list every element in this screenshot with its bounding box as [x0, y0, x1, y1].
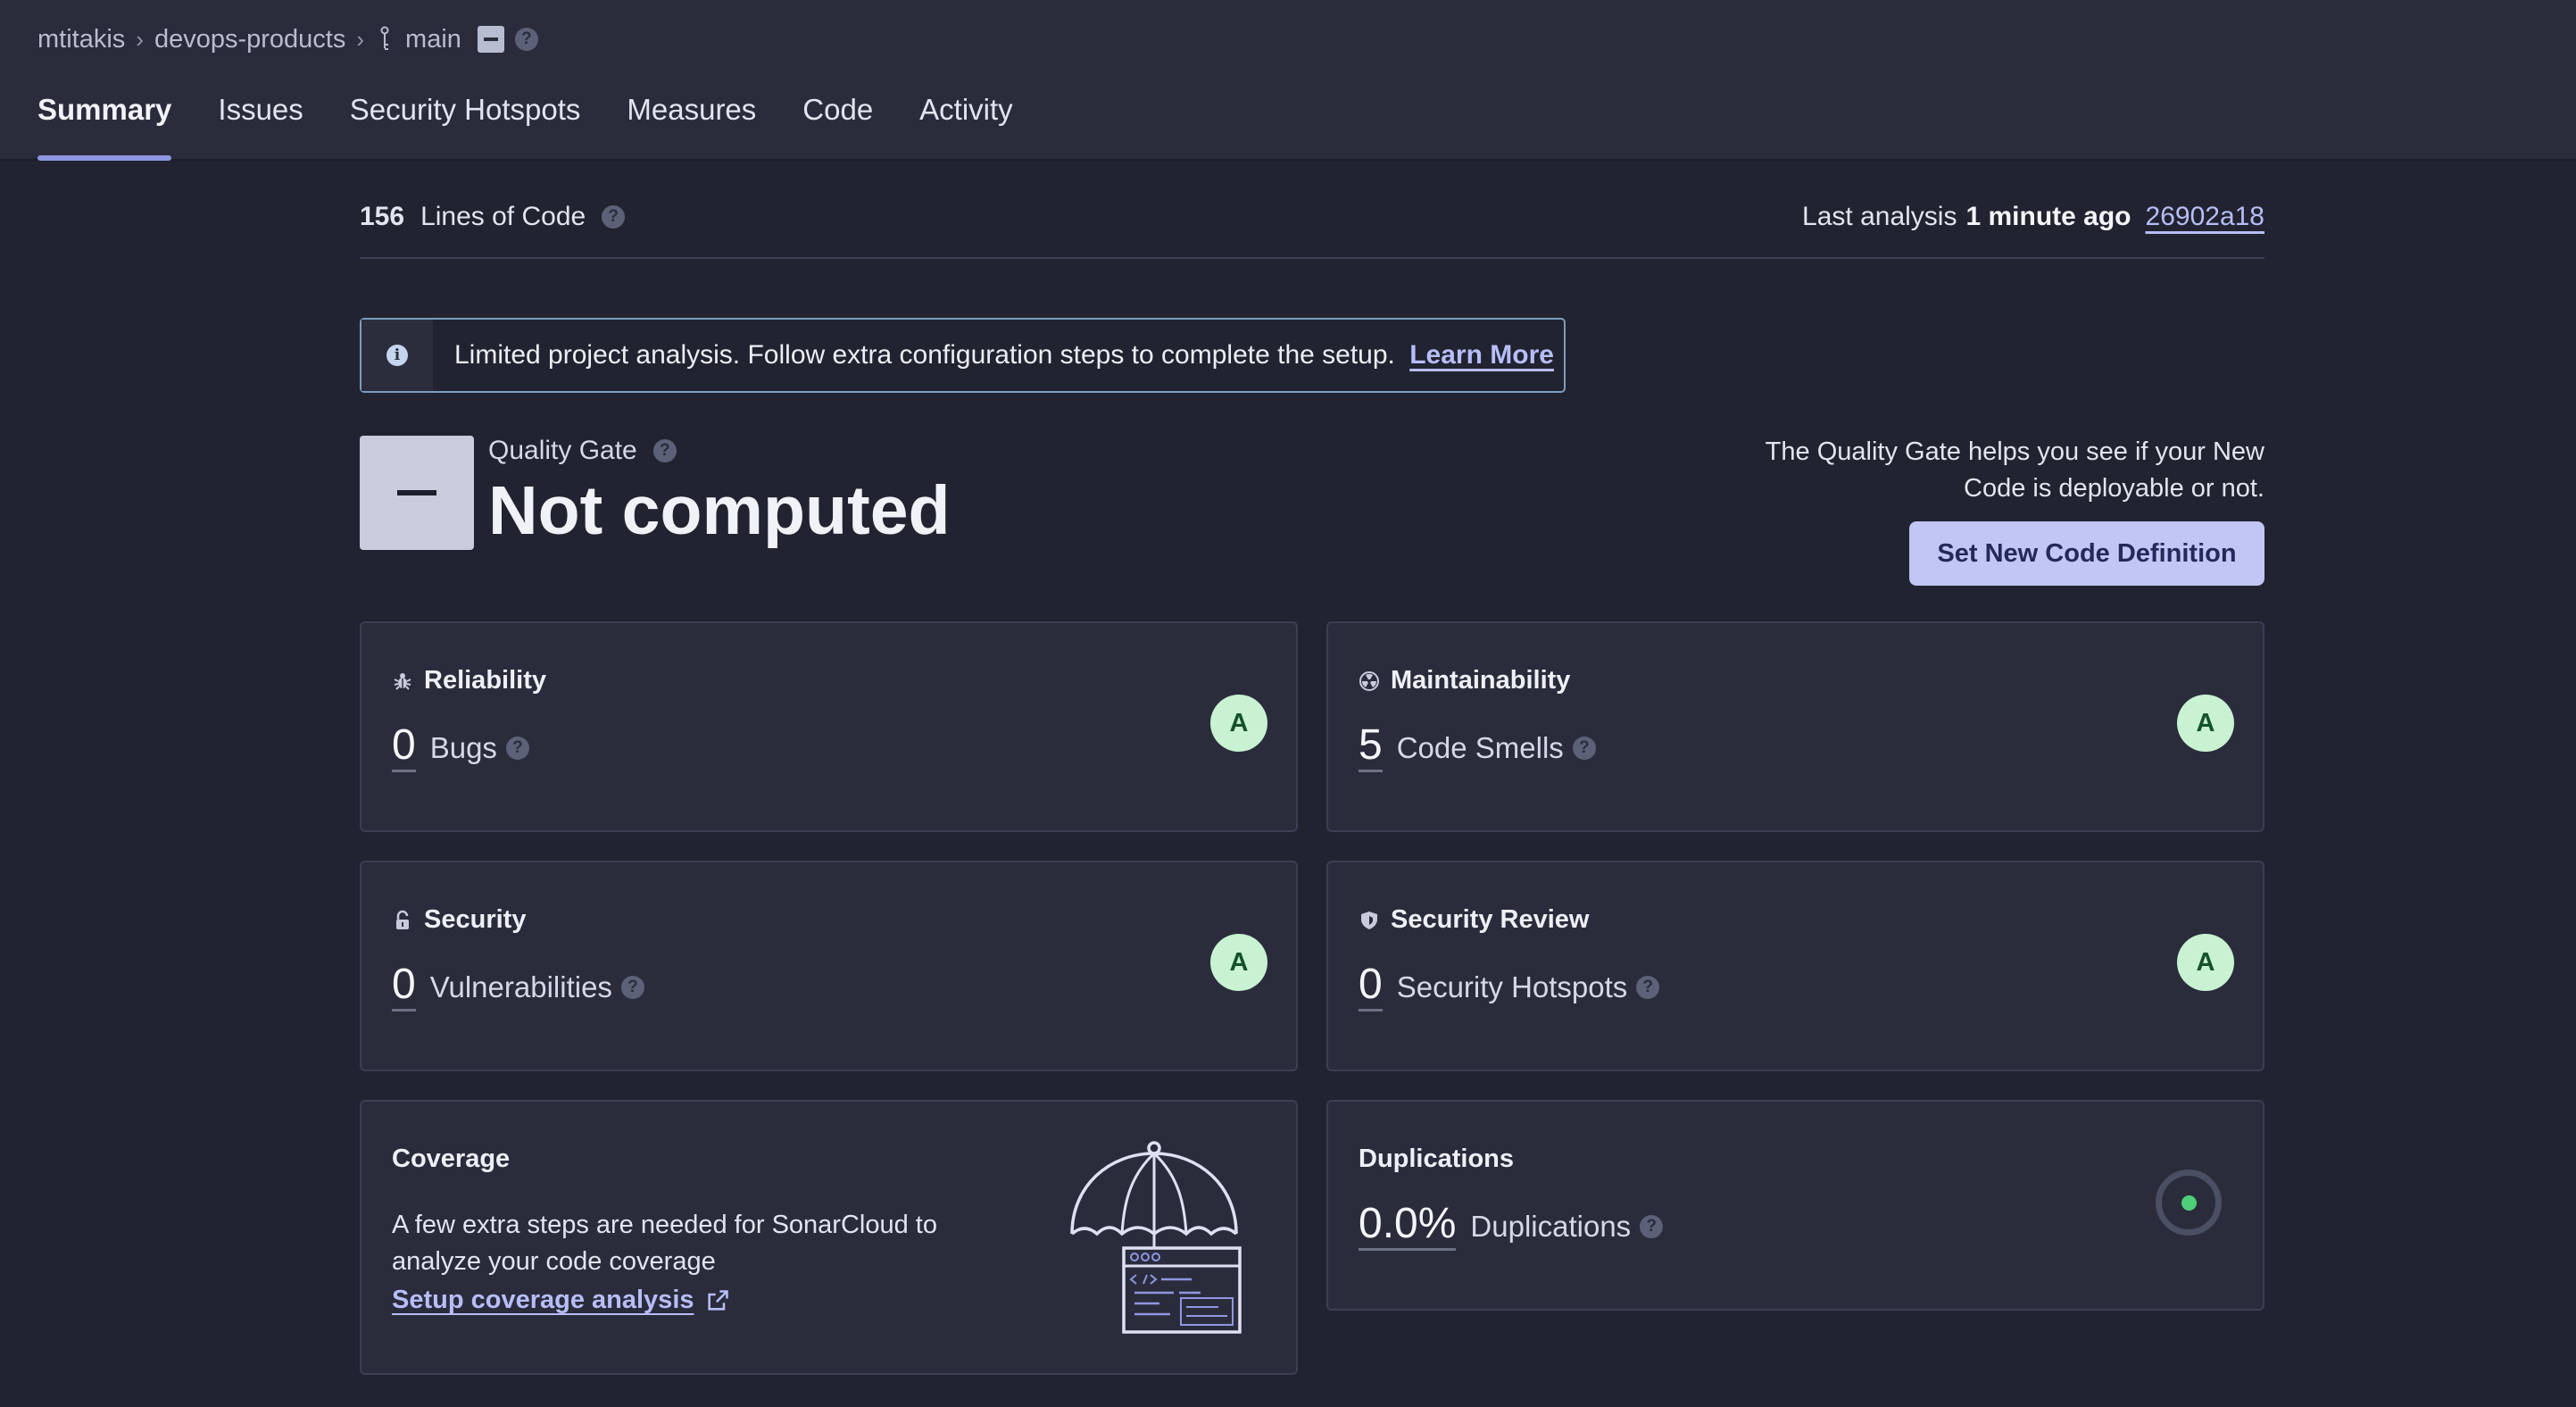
bug-icon: [394, 672, 411, 690]
lines-of-code-row: 156 Lines of Code ? Last analysis 1 minu…: [360, 195, 2264, 239]
question-mark-icon[interactable]: ?: [620, 976, 644, 999]
vulnerabilities-metric: 0 Vulnerabilities ?: [392, 962, 644, 1012]
duplications-metric: 0.0% Duplications ?: [1359, 1202, 1664, 1251]
quality-gate-status-icon: [360, 436, 474, 550]
banner-icon-area: i: [361, 320, 433, 391]
shield-icon: [1361, 911, 1377, 929]
tab-activity[interactable]: Activity: [919, 86, 1013, 161]
banner-message: Limited project analysis. Follow extra c…: [454, 340, 1395, 370]
question-mark-icon[interactable]: ?: [1572, 737, 1596, 760]
chevron-right-icon: ›: [136, 25, 144, 53]
code-smells-label: Code Smells: [1396, 731, 1564, 764]
bugs-label: Bugs: [429, 731, 497, 764]
question-mark-icon[interactable]: ?: [505, 737, 529, 760]
reliability-rating-badge[interactable]: A: [1210, 695, 1267, 752]
tab-code[interactable]: Code: [802, 86, 873, 161]
lines-of-code-value: 156: [360, 202, 405, 231]
radiation-icon: [1359, 670, 1379, 691]
last-analysis: Last analysis 1 minute ago 26902a18: [1802, 195, 2264, 239]
duplications-card: Duplications 0.0% Duplications ?: [1326, 1100, 2264, 1311]
lock-icon: [396, 910, 409, 929]
breadcrumb-organization[interactable]: mtitakis: [37, 25, 125, 54]
umbrella-illustration: [1070, 1141, 1242, 1334]
reliability-title: Reliability: [392, 666, 546, 695]
security-review-rating-badge[interactable]: A: [2177, 934, 2234, 991]
last-analysis-label: Last analysis: [1802, 202, 1957, 231]
security-rating-badge[interactable]: A: [1210, 934, 1267, 991]
quality-gate-help-text: The Quality Gate helps you see if your N…: [1765, 437, 2264, 503]
coverage-description: A few extra steps are needed for SonarCl…: [392, 1211, 937, 1276]
vulnerabilities-count[interactable]: 0: [392, 962, 416, 1012]
card-title-text: Maintainability: [1391, 666, 1571, 695]
security-hotspots-metric: 0 Security Hotspots ?: [1359, 962, 1660, 1012]
breadcrumb-project[interactable]: devops-products: [154, 25, 345, 54]
security-title: Security: [392, 905, 526, 935]
branch-name[interactable]: main: [405, 25, 461, 54]
card-title-text: Reliability: [424, 666, 546, 695]
vulnerabilities-label: Vulnerabilities: [429, 970, 612, 1003]
tab-issues[interactable]: Issues: [218, 86, 303, 161]
last-analysis-time: 1 minute ago: [1965, 202, 2131, 231]
limited-analysis-banner: i Limited project analysis. Follow extra…: [360, 318, 1566, 393]
code-smells-metric: 5 Code Smells ?: [1359, 723, 1596, 772]
lines-of-code-label: Lines of Code: [420, 202, 586, 231]
maintainability-title: Maintainability: [1359, 666, 1570, 695]
coverage-card: Coverage A few extra steps are needed fo…: [360, 1100, 1298, 1375]
bugs-count[interactable]: 0: [392, 723, 416, 772]
security-card: Security 0 Vulnerabilities ? A: [360, 861, 1298, 1071]
security-hotspots-label: Security Hotspots: [1396, 970, 1628, 1003]
project-nav-tabs: Summary Issues Security Hotspots Measure…: [37, 86, 1013, 161]
duplications-label: Duplications: [1470, 1210, 1632, 1243]
maintainability-rating-badge[interactable]: A: [2177, 695, 2234, 752]
bugs-metric: 0 Bugs ?: [392, 723, 529, 772]
set-new-code-definition-button[interactable]: Set New Code Definition: [1909, 521, 2264, 586]
quality-gate-title: Quality Gate: [488, 436, 637, 465]
tab-summary[interactable]: Summary: [37, 86, 172, 161]
question-mark-icon[interactable]: ?: [1640, 1215, 1664, 1238]
commit-link[interactable]: 26902a18: [2146, 202, 2264, 232]
setup-coverage-link[interactable]: Setup coverage analysis: [392, 1286, 730, 1315]
security-review-title: Security Review: [1359, 905, 1589, 935]
question-mark-icon[interactable]: ?: [1636, 976, 1660, 999]
question-mark-icon[interactable]: ?: [514, 28, 538, 51]
question-mark-icon[interactable]: ?: [602, 205, 626, 229]
quality-gate-status: Not computed: [488, 472, 951, 549]
breadcrumb: mtitakis › devops-products › main ?: [37, 21, 538, 57]
quality-gate-label: Quality Gate ?: [488, 436, 677, 466]
maintainability-card: Maintainability 5 Code Smells ? A: [1326, 621, 2264, 832]
duplications-title: Duplications: [1359, 1145, 1515, 1173]
duplications-percent[interactable]: 0.0%: [1359, 1202, 1457, 1251]
card-title-text: Security Review: [1391, 905, 1590, 934]
tab-measures[interactable]: Measures: [627, 86, 756, 161]
git-branch-icon: [380, 26, 389, 50]
chevron-right-icon: ›: [356, 25, 365, 53]
setup-coverage-link-text[interactable]: Setup coverage analysis: [392, 1286, 694, 1315]
security-review-card: Security Review 0 Security Hotspots ? A: [1326, 861, 2264, 1071]
card-title-text: Security: [424, 905, 527, 934]
security-hotspots-count[interactable]: 0: [1359, 962, 1383, 1012]
banner-text: Limited project analysis. Follow extra c…: [454, 340, 1554, 370]
project-header: mtitakis › devops-products › main ? Summ…: [0, 0, 2576, 161]
tab-security-hotspots[interactable]: Security Hotspots: [350, 86, 581, 161]
info-icon: i: [386, 345, 408, 366]
duplications-indicator-icon: [2156, 1170, 2222, 1236]
question-mark-icon[interactable]: ?: [652, 439, 677, 462]
coverage-title: Coverage: [392, 1145, 511, 1173]
divider: [360, 257, 2264, 259]
quality-gate-status-icon: [477, 26, 504, 53]
external-link-icon: [707, 1289, 728, 1311]
learn-more-link[interactable]: Learn More: [1409, 340, 1554, 370]
reliability-card: Reliability 0 Bugs ? A: [360, 621, 1298, 832]
code-smells-count[interactable]: 5: [1359, 723, 1383, 772]
